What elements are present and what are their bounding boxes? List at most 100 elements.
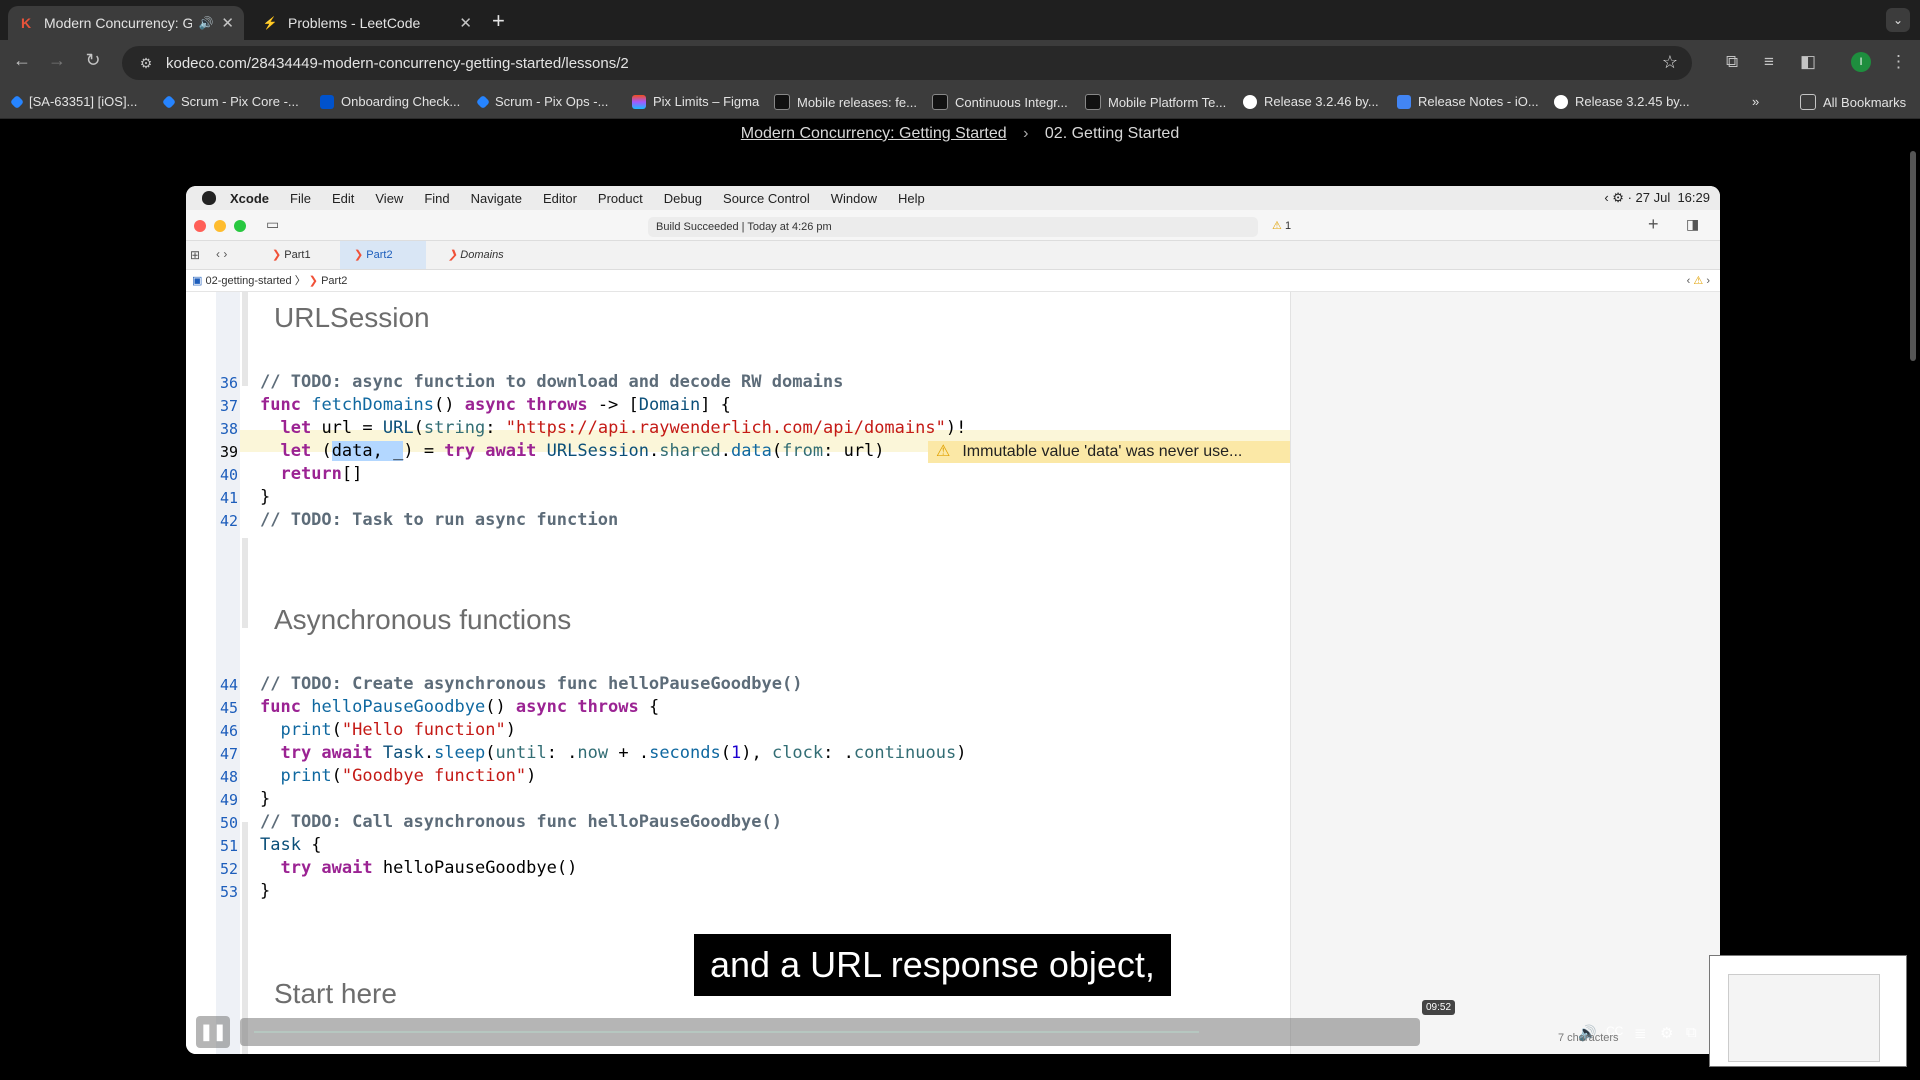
menu-item: Debug bbox=[663, 190, 703, 206]
back-arrow-icon[interactable]: ← bbox=[9, 50, 35, 71]
extensions-icon[interactable]: ⧉ bbox=[1726, 52, 1738, 72]
markup-heading: Asynchronous functions bbox=[274, 604, 572, 635]
tab-leetcode[interactable]: ⚡ Problems - LeetCode ✕ bbox=[252, 6, 482, 40]
video-caption: and a URL response object, bbox=[694, 934, 1171, 996]
picture-in-picture-icon[interactable]: ⧉ bbox=[1686, 1024, 1697, 1041]
bookmark-label: Release Notes - iO... bbox=[1418, 94, 1539, 109]
close-tab-icon[interactable]: ✕ bbox=[459, 14, 472, 32]
bookmark-item[interactable]: Scrum - Pix Ops -... bbox=[475, 94, 608, 109]
profile-avatar[interactable]: I bbox=[1851, 52, 1871, 72]
pix-icon bbox=[932, 94, 948, 110]
bookmark-item[interactable]: Scrum - Pix Core -... bbox=[161, 94, 299, 109]
bookmark-label: [SA-63351] [iOS]... bbox=[29, 94, 138, 109]
all-bookmarks-label: All Bookmarks bbox=[1823, 94, 1907, 110]
code-line: } bbox=[260, 789, 271, 809]
xcode-tab-domains: ❯ Domains bbox=[434, 241, 518, 269]
bookmark-label: Mobile Platform Te... bbox=[1108, 94, 1227, 110]
url-text[interactable]: kodeco.com/28434449-modern-concurrency-g… bbox=[166, 55, 629, 72]
bookmark-label: Pix Limits – Figma bbox=[653, 94, 760, 109]
all-bookmarks[interactable]: All Bookmarks bbox=[1800, 94, 1906, 110]
bookmark-item[interactable]: Mobile Platform Te... bbox=[1085, 94, 1226, 110]
video-preview-thumbnail[interactable] bbox=[1709, 955, 1907, 1067]
tab-title: Modern Concurrency: Getting Started bbox=[44, 15, 193, 31]
site-info-icon[interactable]: ⚙ bbox=[134, 55, 158, 72]
tab-search-chevron-icon[interactable]: ⌄ bbox=[1886, 8, 1910, 32]
xcode-tab-part2: ❯ Part2 bbox=[340, 241, 426, 269]
page-scrollbar[interactable] bbox=[1910, 151, 1916, 361]
swift-icon: ❯ bbox=[354, 249, 367, 261]
code-line: let url = URL(string: "https://api.raywe… bbox=[280, 418, 967, 438]
code-line: Task { bbox=[260, 835, 322, 855]
settings-gear-icon[interactable]: ⚙ bbox=[1660, 1024, 1673, 1042]
menu-item: Editor bbox=[542, 190, 577, 206]
xcode-toolbar: ▭ Build Succeeded | Today at 4:26 pm ⚠ 1… bbox=[186, 210, 1720, 241]
bookmark-item[interactable]: Release Notes - iO... bbox=[1397, 94, 1539, 109]
jira-icon bbox=[161, 94, 177, 109]
code-line: } bbox=[260, 881, 271, 901]
menu-item: Source Control bbox=[723, 190, 810, 206]
jump-item: 02-getting-started bbox=[205, 275, 292, 287]
breadcrumb-course-link[interactable]: Modern Concurrency: Getting Started bbox=[741, 125, 1007, 142]
side-panel-icon[interactable]: ◧ bbox=[1800, 52, 1816, 72]
line-number: 41 bbox=[219, 489, 238, 507]
code-line: // TODO: Create asynchronous func helloP… bbox=[260, 674, 803, 694]
seek-progress bbox=[254, 1031, 1199, 1033]
zoom-window-icon bbox=[234, 220, 246, 232]
warning-banner: ⚠ Immutable value 'data' was never use... bbox=[928, 441, 1290, 463]
jump-bar: ▣ 02-getting-started 〉 ❯ Part2 ‹ ⚠ › bbox=[186, 270, 1720, 292]
bookmark-item[interactable]: Release 3.2.45 by... bbox=[1554, 94, 1690, 109]
code-line: try await Task.sleep(until: .now + .seco… bbox=[280, 743, 967, 763]
jira-icon bbox=[9, 94, 25, 109]
code-line: // TODO: Call asynchronous func helloPau… bbox=[260, 812, 782, 832]
seek-bar[interactable]: 09:52 bbox=[240, 1000, 1456, 1046]
video-player[interactable]: Xcode File Edit View Find Navigate Edito… bbox=[186, 186, 1720, 1054]
browser-toolbar: ← → ↻ ⚙ kodeco.com/28434449-modern-concu… bbox=[0, 40, 1920, 86]
bookmark-item[interactable]: Mobile releases: fe... bbox=[774, 94, 917, 110]
minimap-area bbox=[1290, 292, 1720, 1054]
confluence-icon bbox=[320, 94, 334, 109]
close-tab-icon[interactable]: ✕ bbox=[221, 14, 234, 32]
line-number: 45 bbox=[219, 699, 238, 717]
menu-item: Xcode bbox=[230, 190, 270, 206]
new-tab-icon[interactable]: + bbox=[492, 8, 505, 34]
kodeco-favicon-icon: K bbox=[20, 15, 32, 31]
build-status: Build Succeeded | Today at 4:26 pm bbox=[648, 217, 1258, 237]
bookmark-item[interactable]: Continuous Integr... bbox=[932, 94, 1068, 110]
jira-icon bbox=[475, 94, 491, 109]
code-line: func fetchDomains() async throws -> [Dom… bbox=[260, 395, 731, 415]
bookmark-item[interactable]: [SA-63351] [iOS]... bbox=[9, 94, 138, 109]
bookmark-item[interactable]: Pix Limits – Figma bbox=[632, 94, 759, 109]
menu-date: 27 Jul bbox=[1635, 190, 1671, 205]
status-icons: ‹ ⚙ · bbox=[1604, 190, 1636, 205]
bookmark-item[interactable]: Release 3.2.46 by... bbox=[1243, 94, 1379, 109]
tab-label: Part1 bbox=[284, 249, 311, 261]
figma-icon bbox=[632, 94, 646, 109]
bookmark-star-icon[interactable]: ☆ bbox=[1662, 52, 1678, 73]
warning-message: Immutable value 'data' was never use... bbox=[962, 443, 1243, 460]
menu-item: Help bbox=[898, 190, 925, 206]
media-controls-icon[interactable]: ≡ bbox=[1764, 52, 1774, 72]
transcript-icon[interactable]: ≣ bbox=[1634, 1024, 1647, 1042]
close-window-icon bbox=[194, 220, 206, 232]
code-line: } bbox=[260, 487, 271, 507]
line-number: 48 bbox=[219, 768, 238, 786]
more-bookmarks-chevron-icon[interactable]: » bbox=[1752, 94, 1759, 109]
project-icon: ▣ bbox=[192, 275, 206, 287]
bookmark-item[interactable]: Onboarding Check... bbox=[320, 94, 460, 109]
thumbnail-image bbox=[1728, 974, 1880, 1062]
pause-button[interactable]: ❚❚ bbox=[196, 1016, 230, 1048]
google-docs-icon bbox=[1397, 94, 1411, 109]
reload-icon[interactable]: ↻ bbox=[80, 50, 106, 71]
forward-arrow-icon[interactable]: → bbox=[44, 50, 70, 71]
markup-heading: Start here bbox=[274, 978, 397, 1009]
apple-logo-icon bbox=[202, 191, 216, 205]
kebab-menu-icon[interactable]: ⋮ bbox=[1890, 52, 1907, 72]
audio-playing-icon[interactable]: 🔊 bbox=[198, 16, 213, 30]
tab-modern-concurrency[interactable]: K Modern Concurrency: Getting Started 🔊 … bbox=[8, 6, 244, 40]
seek-time-tooltip: 09:52 bbox=[1422, 1000, 1456, 1015]
tab-title: Problems - LeetCode bbox=[288, 15, 421, 31]
markup-heading: URLSession bbox=[274, 302, 430, 333]
warning-count-badge: ⚠ 1 bbox=[1272, 219, 1291, 232]
address-bar[interactable]: ⚙ kodeco.com/28434449-modern-concurrency… bbox=[122, 46, 1692, 80]
markup-bar bbox=[242, 292, 248, 386]
